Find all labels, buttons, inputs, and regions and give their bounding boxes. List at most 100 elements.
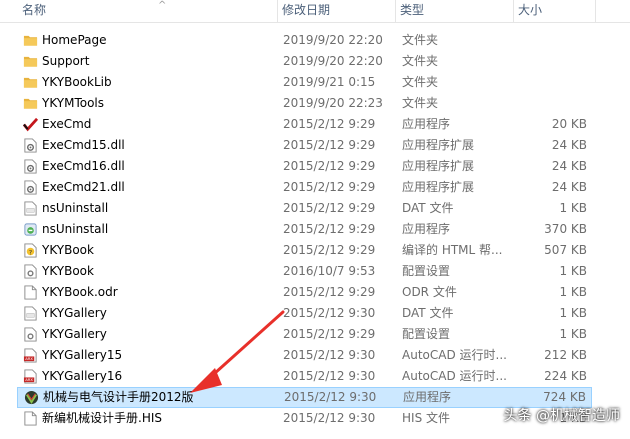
file-type: 文件夹 [402,54,439,68]
column-header-size[interactable]: 大小 [514,0,596,22]
file-type: 配置设置 [402,327,451,341]
file-name: nsUninstall [42,222,109,236]
file-type: 应用程序 [402,117,451,131]
file-date: 2015/2/12 9:29 [283,285,376,299]
file-date: 2015/2/12 9:30 [283,348,376,362]
file-row[interactable]: ExeCmd15.dll 2015/2/12 9:29 应用程序扩展 24 KB [17,135,592,156]
file-name: ExeCmd [42,117,92,131]
file-row[interactable]: YKYBook 2016/10/7 9:53 配置设置 1 KB [17,261,592,282]
file-row[interactable]: YKYGallery 2015/2/12 9:30 DAT 文件 1 KB [17,303,592,324]
file-row[interactable]: YKYBook.odr 2015/2/12 9:29 ODR 文件 1 KB [17,282,592,303]
file-date: 2015/2/12 9:29 [283,159,376,173]
file-row[interactable]: YKYMTools 2019/9/20 22:23 文件夹 [17,93,592,114]
column-header-type[interactable]: 类型 [396,0,514,22]
file-size: 24 KB [551,138,587,152]
file-date: 2019/9/21 0:15 [283,75,376,89]
file-name: HomePage [42,33,107,47]
file-size: 507 KB [544,243,587,257]
file-type: 文件夹 [402,33,439,47]
file-name: Support [42,54,90,68]
file-name: YKYGallery15 [42,348,123,362]
folder-icon [23,33,38,48]
handbook-app-icon [24,390,39,405]
file-name: ExeCmd21.dll [42,180,125,194]
file-name: 新编机械设计手册.HIS [42,411,162,425]
file-date: 2015/2/12 9:29 [283,138,376,152]
folder-icon [23,75,38,90]
folder-icon [23,54,38,69]
file-row[interactable]: nsUninstall 2015/2/12 9:29 DAT 文件 1 KB [17,198,592,219]
file-name: YKYGallery [42,306,107,320]
file-row[interactable]: YKYBookLib 2019/9/21 0:15 文件夹 [17,72,592,93]
sort-ascending-icon: ^ [158,0,167,11]
file-type: AutoCAD 运行时... [402,369,507,383]
file-size: 24 KB [551,180,587,194]
file-date: 2015/2/12 9:29 [283,243,376,257]
dat-file-icon [23,201,38,216]
file-type: HIS 文件 [402,411,450,425]
file-type: 应用程序 [403,390,452,404]
dll-gear-icon [23,138,38,153]
file-name: YKYBook.odr [42,285,118,299]
column-header-name[interactable]: 名称 ^ [18,0,278,22]
file-type: 应用程序扩展 [402,138,475,152]
file-type: 编译的 HTML 帮... [402,243,503,257]
column-header-name-label: 名称 [22,3,47,17]
file-date: 2015/2/12 9:30 [283,411,376,425]
column-header-date[interactable]: 修改日期 [278,0,396,22]
file-row[interactable]: ExeCmd21.dll 2015/2/12 9:29 应用程序扩展 24 KB [17,177,592,198]
file-name: YKYGallery16 [42,369,123,383]
file-name: YKYBook [42,264,94,278]
file-date: 2015/2/12 9:29 [283,180,376,194]
file-name: 机械与电气设计手册2012版 [43,390,194,404]
blank-file-icon [23,411,38,426]
file-size: 1 KB [559,264,587,278]
dll-gear-icon [23,180,38,195]
file-name: ExeCmd15.dll [42,138,125,152]
file-size: 370 KB [544,222,587,236]
help-file-icon: ? [23,243,38,258]
dat-file-icon [23,306,38,321]
file-date: 2015/2/12 9:30 [284,390,377,404]
checkmark-app-icon [22,117,39,132]
file-type: DAT 文件 [402,201,454,215]
file-name: ExeCmd16.dll [42,159,125,173]
file-size: 20 KB [551,117,587,131]
svg-text:ARX: ARX [25,378,33,382]
file-row[interactable]: ? YKYBook 2015/2/12 9:29 编译的 HTML 帮... 507 K… [17,240,592,261]
file-row[interactable]: nsUninstall 2015/2/12 9:29 应用程序 370 KB [17,219,592,240]
file-type: 配置设置 [402,264,451,278]
file-size: 24 KB [551,159,587,173]
config-file-icon [23,264,38,279]
file-type: 文件夹 [402,96,439,110]
file-type: ODR 文件 [402,285,457,299]
blank-file-icon [23,285,38,300]
file-size: 1 KB [559,285,587,299]
file-size: 1 KB [559,327,587,341]
file-row[interactable]: ExeCmd 2015/2/12 9:29 应用程序 20 KB [17,114,592,135]
file-row[interactable]: ARX YKYGallery15 2015/2/12 9:30 AutoCAD 运行时… [17,345,592,366]
file-date: 2019/9/20 22:20 [283,54,383,68]
file-date: 2019/9/20 22:20 [283,33,383,47]
file-type: 应用程序 [402,222,451,236]
file-name: YKYMTools [42,96,105,110]
svg-text:?: ? [29,248,33,256]
file-row[interactable]: ARX YKYGallery16 2015/2/12 9:30 AutoCAD 运行时… [17,366,592,387]
arx-file-icon: ARX [23,369,38,384]
file-type: 应用程序扩展 [402,159,475,173]
file-name: YKYGallery [42,327,107,341]
file-row[interactable]: HomePage 2019/9/20 22:20 文件夹 [17,30,592,51]
file-date: 2015/2/12 9:29 [283,222,376,236]
file-date: 2019/9/20 22:23 [283,96,383,110]
file-type: 应用程序扩展 [402,180,475,194]
file-size: 224 KB [544,369,587,383]
dll-gear-icon [23,159,38,174]
column-header-bar: 名称 ^ 修改日期 类型 大小 [0,0,630,23]
file-date: 2015/2/12 9:30 [283,369,376,383]
file-row[interactable]: YKYGallery 2015/2/12 9:29 配置设置 1 KB [17,324,592,345]
file-row[interactable]: ExeCmd16.dll 2015/2/12 9:29 应用程序扩展 24 KB [17,156,592,177]
svg-text:ARX: ARX [25,357,33,361]
file-type: 文件夹 [402,75,439,89]
arx-file-icon: ARX [23,348,38,363]
file-row[interactable]: Support 2019/9/20 22:20 文件夹 [17,51,592,72]
